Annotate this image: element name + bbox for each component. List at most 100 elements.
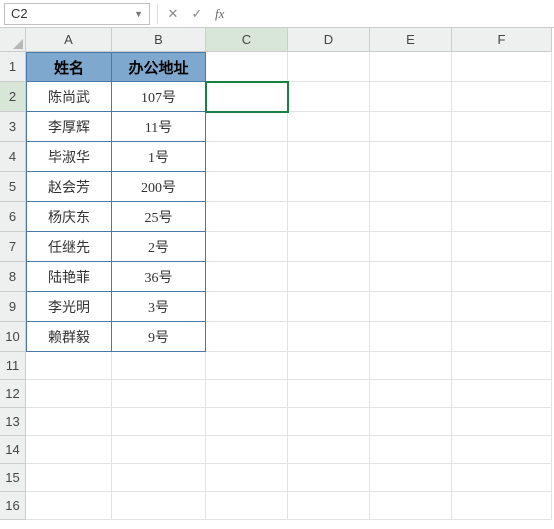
cell[interactable] [206,232,288,262]
row-header-16[interactable]: 16 [0,492,26,520]
table-cell[interactable]: 杨庆东 [26,202,112,232]
row-header-12[interactable]: 12 [0,380,26,408]
table-cell[interactable]: 25号 [112,202,206,232]
row-header-8[interactable]: 8 [0,262,26,292]
confirm-icon[interactable]: ✓ [185,3,209,25]
row-header-14[interactable]: 14 [0,436,26,464]
cell[interactable] [206,380,288,408]
column-header-C[interactable]: C [206,28,288,52]
cell[interactable] [288,172,370,202]
table-cell[interactable]: 3号 [112,292,206,322]
table-cell[interactable]: 2号 [112,232,206,262]
cell[interactable] [452,202,552,232]
cell[interactable] [452,436,552,464]
cell[interactable] [370,232,452,262]
table-cell[interactable]: 李光明 [26,292,112,322]
row-header-15[interactable]: 15 [0,464,26,492]
cell[interactable] [112,352,206,380]
cell[interactable] [452,82,552,112]
cell[interactable] [370,262,452,292]
cell[interactable] [206,82,288,112]
cell[interactable] [206,172,288,202]
row-header-4[interactable]: 4 [0,142,26,172]
cell[interactable] [452,322,552,352]
cancel-icon[interactable]: ✕ [161,3,185,25]
cell[interactable] [206,464,288,492]
cell[interactable] [206,322,288,352]
cell[interactable] [452,492,552,520]
cell[interactable] [288,436,370,464]
table-cell[interactable]: 陈尚武 [26,82,112,112]
cell[interactable] [26,408,112,436]
column-header-B[interactable]: B [112,28,206,52]
table-cell[interactable]: 200号 [112,172,206,202]
select-all-corner[interactable] [0,28,26,52]
cell[interactable] [370,492,452,520]
cell[interactable] [288,322,370,352]
cell[interactable] [370,52,452,82]
column-header-E[interactable]: E [370,28,452,52]
cell[interactable] [206,262,288,292]
cell[interactable] [288,464,370,492]
cell[interactable] [206,52,288,82]
cell[interactable] [112,492,206,520]
cell[interactable] [370,352,452,380]
column-header-F[interactable]: F [452,28,552,52]
chevron-down-icon[interactable]: ▼ [134,9,143,19]
cell[interactable] [452,352,552,380]
cell[interactable] [370,142,452,172]
table-cell[interactable]: 9号 [112,322,206,352]
table-header-cell[interactable]: 姓名 [26,52,112,82]
table-cell[interactable]: 赵会芳 [26,172,112,202]
row-header-2[interactable]: 2 [0,82,26,112]
cell[interactable] [452,142,552,172]
cell[interactable] [452,172,552,202]
row-header-10[interactable]: 10 [0,322,26,352]
cell[interactable] [288,52,370,82]
cell[interactable] [206,492,288,520]
cell[interactable] [112,464,206,492]
table-cell[interactable]: 赖群毅 [26,322,112,352]
row-header-13[interactable]: 13 [0,408,26,436]
cell[interactable] [26,464,112,492]
cell[interactable] [452,464,552,492]
cell[interactable] [288,492,370,520]
table-cell[interactable]: 陆艳菲 [26,262,112,292]
cell[interactable] [370,408,452,436]
cell[interactable] [452,262,552,292]
cell[interactable] [112,380,206,408]
cell[interactable] [452,232,552,262]
cell[interactable] [370,82,452,112]
table-cell[interactable]: 毕淑华 [26,142,112,172]
cell[interactable] [206,408,288,436]
cell[interactable] [26,352,112,380]
cell[interactable] [112,436,206,464]
table-header-cell[interactable]: 办公地址 [112,52,206,82]
table-cell[interactable]: 任继先 [26,232,112,262]
cell[interactable] [206,112,288,142]
cell[interactable] [452,112,552,142]
cell[interactable] [206,142,288,172]
cell[interactable] [206,202,288,232]
cell[interactable] [288,232,370,262]
cell[interactable] [288,408,370,436]
row-header-9[interactable]: 9 [0,292,26,322]
cell[interactable] [452,408,552,436]
cell[interactable] [370,380,452,408]
cell[interactable] [288,262,370,292]
cell[interactable] [206,352,288,380]
cell[interactable] [288,292,370,322]
column-header-A[interactable]: A [26,28,112,52]
cell[interactable] [288,142,370,172]
cell[interactable] [206,292,288,322]
cell[interactable] [370,202,452,232]
cell[interactable] [370,464,452,492]
cell[interactable] [370,322,452,352]
fx-icon[interactable]: fx [209,6,230,22]
table-cell[interactable]: 1号 [112,142,206,172]
table-cell[interactable]: 36号 [112,262,206,292]
cell[interactable] [452,52,552,82]
row-header-5[interactable]: 5 [0,172,26,202]
cell[interactable] [288,380,370,408]
cell[interactable] [452,380,552,408]
